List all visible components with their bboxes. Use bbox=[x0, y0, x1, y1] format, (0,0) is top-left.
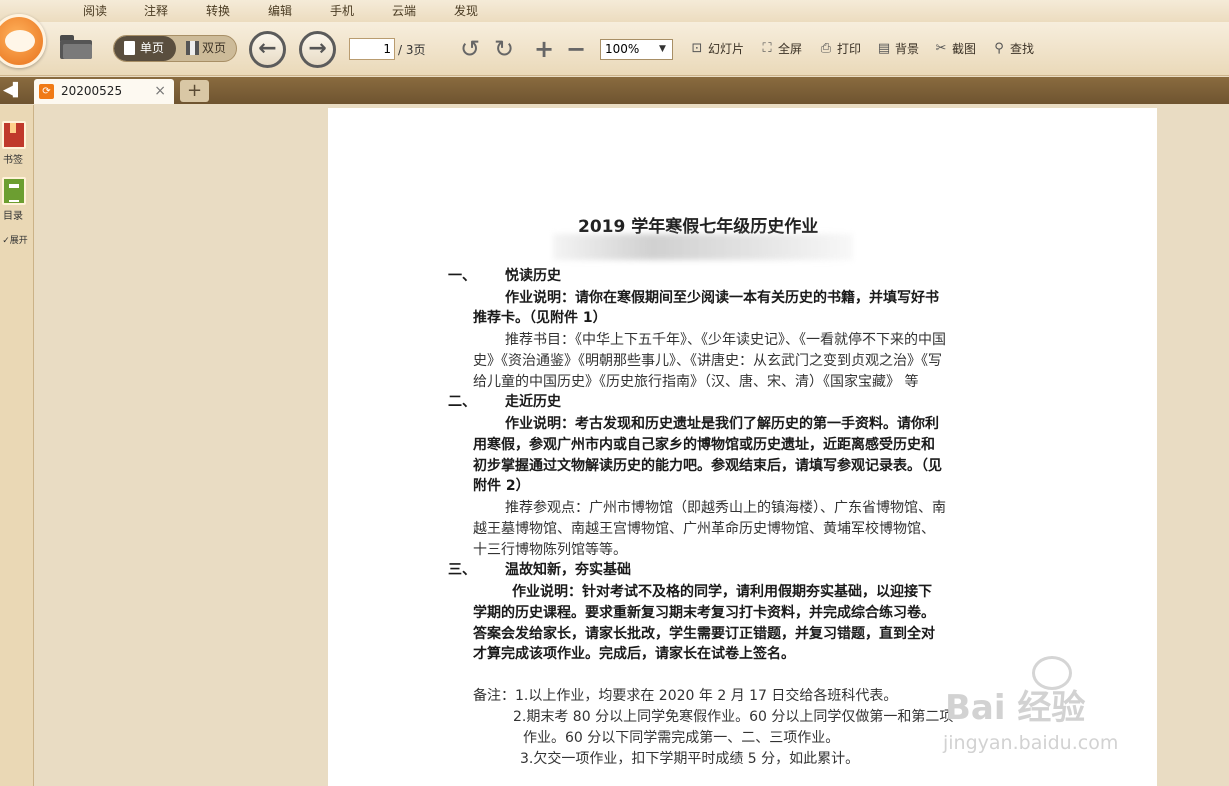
section-title: 走近历史 bbox=[505, 394, 561, 410]
note-line: 2.期末考 80 分以上同学免寒假作业。60 分以上同学仅做第一和第二项 bbox=[513, 709, 954, 725]
paragraph-line: 越王墓博物馆、南越王宫博物馆、广州革命历史博物馆、黄埔军校博物馆、 bbox=[473, 521, 935, 537]
sidebar-item-toc[interactable]: 目录 bbox=[0, 177, 30, 222]
section-number: 二、 bbox=[448, 394, 476, 410]
paragraph-line: 才算完成该项作业。完成后，请家长在试卷上签名。 bbox=[473, 646, 795, 662]
background-button[interactable]: ▤ 背景 bbox=[876, 41, 919, 57]
minus-icon: − bbox=[565, 35, 587, 63]
paragraph-line: 给儿童的中国历史》《历史旅行指南》（汉、唐、宋、清）《国家宝藏》 等 bbox=[473, 374, 919, 390]
fullscreen-icon: ⛶ bbox=[762, 41, 772, 56]
tab-mobile[interactable]: 手机 bbox=[307, 0, 379, 23]
tab-edit[interactable]: 编辑 bbox=[245, 0, 317, 23]
section-title: 悦读历史 bbox=[505, 268, 561, 284]
fullscreen-button[interactable]: ⛶ 全屏 bbox=[759, 41, 802, 57]
zoom-in-button[interactable]: + bbox=[529, 34, 559, 64]
paragraph-line: 附件 2） bbox=[473, 478, 530, 494]
rotate-right-icon: ↻ bbox=[493, 35, 515, 63]
rotate-right-button[interactable]: ↻ bbox=[489, 34, 519, 64]
double-page-button[interactable]: 双页 bbox=[176, 36, 236, 61]
slideshow-icon: ⊡ bbox=[691, 41, 703, 56]
menu-tab-strip: 阅读 注释 转换 编辑 手机 云端 发现 bbox=[0, 0, 1229, 23]
tab-convert[interactable]: 转换 bbox=[183, 0, 255, 23]
paragraph-line: 学期的历史课程。要求重新复习期末考复习打卡资料，并完成综合练习卷。 bbox=[473, 605, 935, 621]
paragraph-line: 推荐卡。（见附件 1） bbox=[473, 310, 607, 326]
page-total-label: / 3页 bbox=[398, 43, 426, 57]
screenshot-button[interactable]: ✂ 截图 bbox=[933, 41, 976, 57]
next-page-button[interactable]: → bbox=[299, 31, 336, 68]
tab-annotate[interactable]: 注释 bbox=[121, 0, 193, 23]
document-tab-name: 20200525 bbox=[61, 84, 123, 98]
print-button[interactable]: ⎙ 打印 bbox=[818, 41, 861, 57]
bookmark-icon bbox=[2, 121, 26, 149]
background-icon: ▤ bbox=[877, 41, 891, 56]
paragraph-line: 十三行博物陈列馆等等。 bbox=[473, 542, 627, 558]
close-icon[interactable]: × bbox=[154, 83, 166, 99]
rotate-left-icon: ↺ bbox=[459, 35, 481, 63]
tab-cloud[interactable]: 云端 bbox=[369, 0, 441, 23]
paragraph-line: 作业说明：考古发现和历史遗址是我们了解历史的第一手资料。请你利 bbox=[505, 416, 939, 432]
document-tab[interactable]: ⟳ 20200525 × bbox=[34, 79, 174, 104]
plus-icon: + bbox=[533, 35, 555, 63]
paragraph-line: 作业说明：请你在寒假期间至少阅读一本有关历史的书籍，并填写好书 bbox=[505, 290, 939, 306]
previous-page-button[interactable]: ← bbox=[249, 31, 286, 68]
left-sidebar: 书签 目录 ✓展开 bbox=[0, 105, 34, 786]
zoom-select[interactable]: 100% ▼ bbox=[600, 39, 673, 60]
single-page-icon bbox=[124, 41, 135, 55]
note-line: 作业。60 分以下同学需完成第一、二、三项作业。 bbox=[523, 730, 840, 746]
add-tab-button[interactable]: + bbox=[180, 80, 209, 102]
note-line: 备注：1.以上作业，均要求在 2020 年 2 月 17 日交给各班科代表。 bbox=[473, 688, 898, 704]
open-folder-button[interactable] bbox=[60, 33, 92, 59]
scissors-icon: ✂ bbox=[935, 41, 947, 56]
sidebar-expand-button[interactable]: ✓展开 bbox=[0, 233, 30, 247]
collapse-arrow-icon: ◀▌ bbox=[3, 83, 23, 98]
page-view-toggle: 单页 双页 bbox=[113, 35, 237, 62]
tab-discover[interactable]: 发现 bbox=[431, 0, 503, 23]
baidu-jingyan-watermark: Bai 经验 jingyan.baidu.com bbox=[940, 650, 1220, 770]
collapse-sidebar-button[interactable]: ◀▌ bbox=[0, 77, 26, 104]
slideshow-button[interactable]: ⊡ 幻灯片 bbox=[689, 41, 744, 57]
main-toolbar: 单页 双页 ← → 1 / 3页 ↺ ↻ + − 100% ▼ ⊡ 幻灯片 ⛶ … bbox=[0, 22, 1229, 76]
arrow-left-icon: ← bbox=[258, 36, 277, 61]
paragraph-line: 答案会发给家长，请家长批改，学生需要订正错题，并复习错题，直到全对 bbox=[473, 626, 935, 642]
rotate-left-button[interactable]: ↺ bbox=[455, 34, 485, 64]
section-number: 三、 bbox=[448, 562, 476, 578]
section-title: 温故知新，夯实基础 bbox=[505, 562, 631, 578]
double-page-icon bbox=[186, 41, 199, 55]
paragraph-line: 史》《资治通鉴》《明朝那些事儿》、《讲唐史：从玄武门之变到贞观之治》《写 bbox=[473, 353, 942, 369]
tab-read[interactable]: 阅读 bbox=[60, 0, 132, 23]
paragraph-line: 作业说明：针对考试不及格的同学，请利用假期夯实基础，以迎接下 bbox=[512, 584, 932, 600]
section-number: 一、 bbox=[448, 268, 476, 284]
find-button[interactable]: ⚲ 查找 bbox=[991, 41, 1034, 57]
paragraph-line: 推荐参观点：广州市博物馆（即越秀山上的镇海楼）、广东省博物馆、南 bbox=[505, 500, 946, 516]
search-icon: ⚲ bbox=[994, 41, 1004, 56]
chevron-down-icon: ▼ bbox=[659, 44, 666, 54]
paragraph-line: 推荐书目：《中华上下五千年》、《少年读史记》、《一看就停不下来的中国 bbox=[505, 332, 946, 348]
redacted-text bbox=[553, 234, 853, 260]
document-tab-bar: ◀▌ ⟳ 20200525 × + bbox=[0, 77, 1229, 104]
printer-icon: ⎙ bbox=[820, 41, 832, 56]
note-line: 3.欠交一项作业，扣下学期平时成绩 5 分，如此累计。 bbox=[520, 751, 860, 767]
page-number-input[interactable]: 1 bbox=[349, 38, 395, 60]
paragraph-line: 用寒假，参观广州市内或自己家乡的博物馆或历史遗址，近距离感受历史和 bbox=[473, 437, 935, 453]
check-icon: ✓ bbox=[2, 236, 10, 246]
pdf-file-icon: ⟳ bbox=[39, 84, 54, 99]
table-of-contents-icon bbox=[2, 177, 26, 205]
zoom-out-button[interactable]: − bbox=[561, 34, 591, 64]
paragraph-line: 初步掌握通过文物解读历史的能力吧。参观结束后，请填写参观记录表。（见 bbox=[473, 458, 942, 474]
sidebar-item-bookmark[interactable]: 书签 bbox=[0, 121, 30, 166]
single-page-button[interactable]: 单页 bbox=[114, 36, 176, 61]
arrow-right-icon: → bbox=[308, 36, 327, 61]
